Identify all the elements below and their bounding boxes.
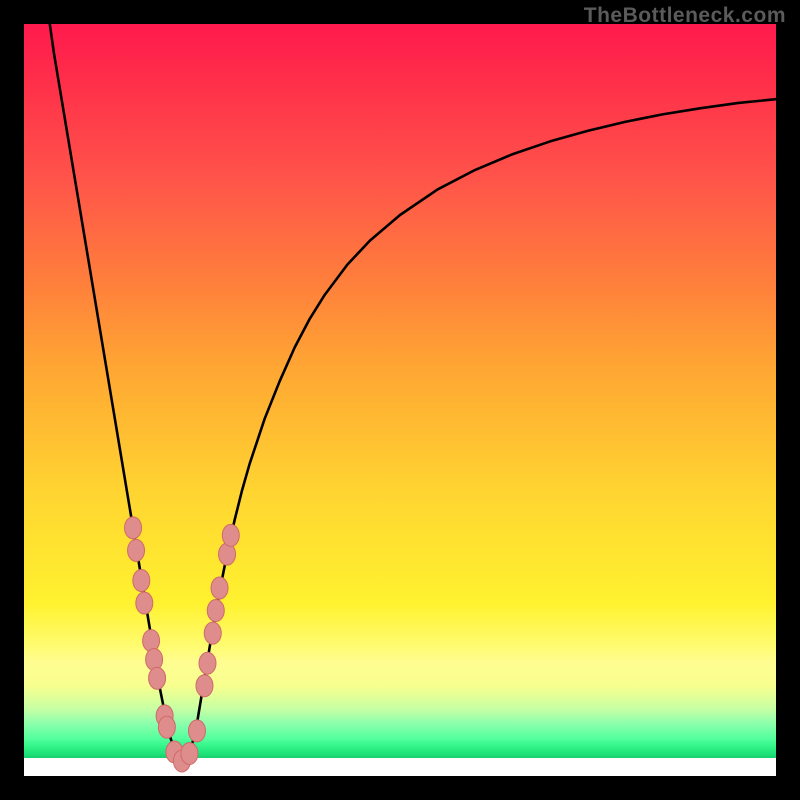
bead-left-5 [143, 630, 160, 652]
bead-left-9 [158, 716, 175, 738]
bead-left-1 [125, 517, 142, 539]
bead-left-2 [128, 539, 145, 561]
bead-bot-4 [188, 720, 205, 742]
bead-right-4 [207, 600, 224, 622]
bead-left-6 [146, 648, 163, 670]
bead-bot-2 [173, 750, 190, 772]
plot-area [24, 24, 776, 776]
bead-markers [125, 517, 240, 772]
bottleneck-curve [47, 24, 776, 761]
outer-frame: TheBottleneck.com [0, 0, 800, 800]
bead-right-2 [199, 652, 216, 674]
bead-left-7 [149, 667, 166, 689]
bead-right-1 [196, 675, 213, 697]
watermark-text: TheBottleneck.com [584, 4, 786, 28]
bead-left-4 [136, 592, 153, 614]
bead-right-6 [219, 543, 236, 565]
bead-bot-1 [166, 741, 183, 763]
bead-right-5 [211, 577, 228, 599]
curve-layer [24, 24, 776, 776]
bead-left-3 [133, 569, 150, 591]
bead-right-3 [204, 622, 221, 644]
bead-right-7 [222, 524, 239, 546]
bead-left-8 [156, 705, 173, 727]
bead-bot-3 [181, 742, 198, 764]
